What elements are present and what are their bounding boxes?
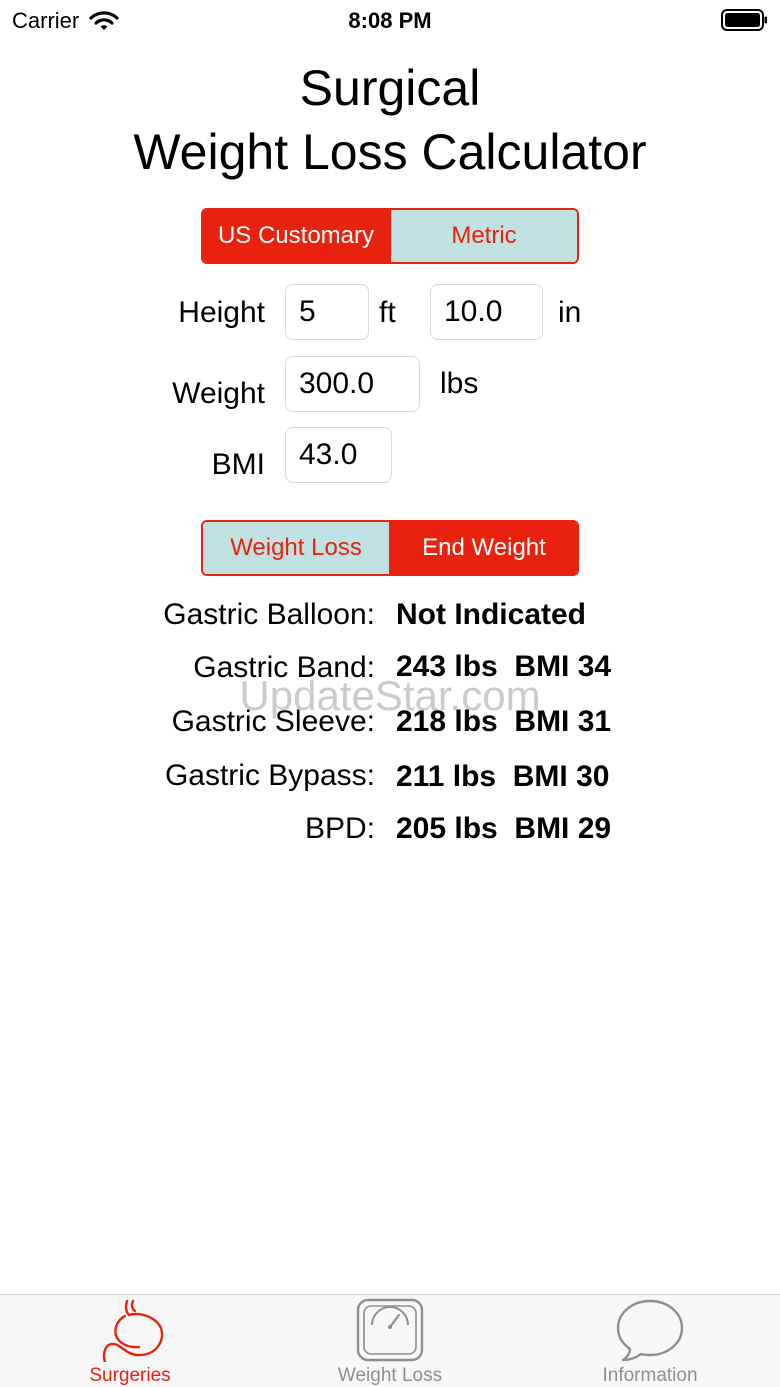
status-time: 8:08 PM: [348, 8, 432, 33]
weight-unit-label: lbs: [440, 367, 479, 400]
weight-field[interactable]: 300.0: [285, 356, 420, 412]
gastric-band-label: Gastric Band:: [193, 651, 375, 684]
gastric-balloon-value: Not Indicated: [396, 598, 587, 631]
bpd-value: 205 lbs BMI 29: [396, 812, 612, 845]
feet-unit-label: ft: [379, 296, 396, 329]
bpd-label: BPD:: [304, 812, 375, 845]
weight-loss-segment[interactable]: Weight Loss: [203, 522, 389, 574]
end-weight-segment[interactable]: End Weight: [389, 522, 577, 574]
stomach-icon: [102, 1299, 164, 1362]
title-line-2: Weight Loss Calculator: [133, 124, 647, 180]
tab-surgeries-label: Surgeries: [89, 1365, 171, 1386]
gastric-balloon-label: Gastric Balloon:: [163, 598, 375, 631]
gastric-bypass-label: Gastric Bypass:: [164, 759, 375, 792]
tab-weight-loss[interactable]: Weight Loss: [260, 1295, 520, 1387]
metric-segment[interactable]: Metric: [389, 210, 577, 262]
tab-information-label: Information: [602, 1365, 698, 1386]
weight-label: Weight: [172, 377, 265, 410]
tab-bar: Surgeries Weight Loss Information: [0, 1294, 780, 1387]
gastric-band-value: 243 lbs BMI 34: [396, 650, 612, 683]
us-customary-segment[interactable]: US Customary: [203, 210, 389, 262]
page-title: Surgical Weight Loss Calculator: [0, 56, 780, 184]
status-bar: Carrier 8:08 PM: [0, 0, 780, 40]
bmi-field[interactable]: 43.0: [285, 427, 392, 483]
scale-icon: [356, 1298, 424, 1362]
gastric-sleeve-label: Gastric Sleeve:: [171, 705, 375, 738]
height-feet-field[interactable]: 5: [285, 284, 369, 340]
tab-surgeries[interactable]: Surgeries: [0, 1295, 260, 1387]
height-label: Height: [178, 296, 265, 329]
tab-weight-loss-label: Weight Loss: [337, 1365, 443, 1386]
tab-information[interactable]: Information: [520, 1295, 780, 1387]
unit-segmented-control: US Customary Metric: [201, 208, 579, 264]
height-inches-field[interactable]: 10.0: [430, 284, 543, 340]
speech-bubble-icon: [616, 1299, 684, 1362]
watermark: UpdateStar.com: [239, 672, 541, 719]
result-mode-segmented-control: Weight Loss End Weight: [201, 520, 579, 576]
title-line-1: Surgical: [299, 60, 481, 116]
inches-unit-label: in: [558, 296, 582, 329]
bmi-label: BMI: [211, 448, 265, 481]
battery-icon: [721, 9, 767, 31]
gastric-sleeve-value: 218 lbs BMI 31: [396, 705, 612, 738]
gastric-bypass-value: 211 lbs BMI 30: [396, 760, 610, 793]
